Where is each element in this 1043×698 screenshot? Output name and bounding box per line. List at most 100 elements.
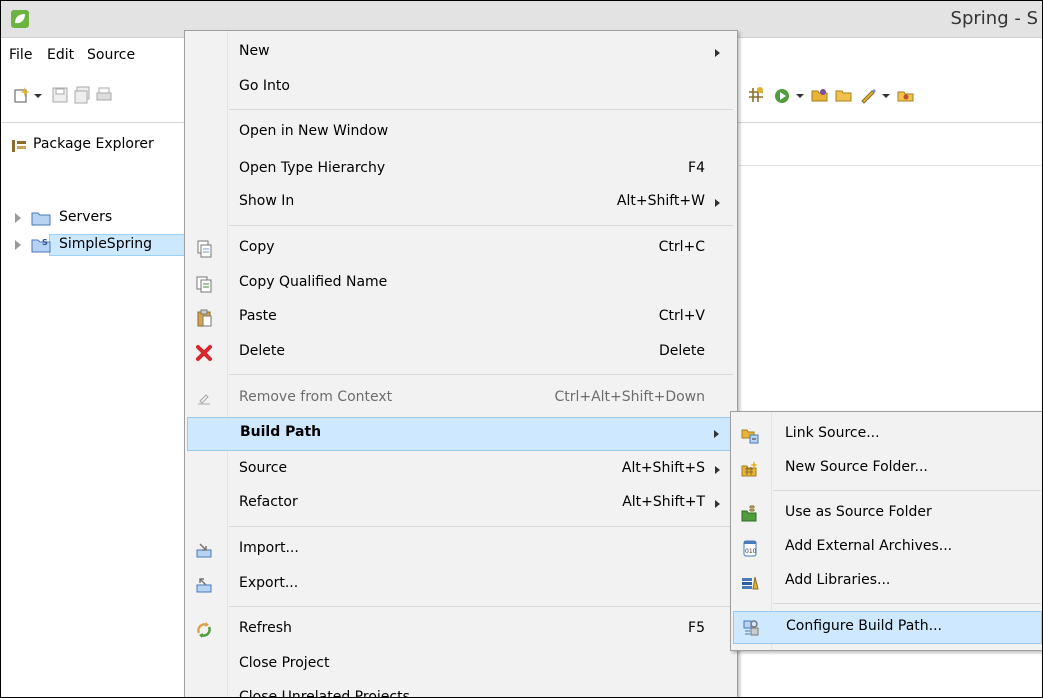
export-icon — [196, 578, 212, 593]
menu-item-close-project[interactable]: Close Project — [187, 649, 735, 682]
submenu-item-label: New Source Folder... — [785, 459, 928, 475]
menu-item-shortcut: Alt+Shift+T — [622, 494, 705, 510]
menu-item-label: Export... — [239, 575, 299, 591]
pen-dropdown-icon[interactable] — [881, 86, 891, 104]
menu-item-open-type-hierarchy[interactable]: Open Type Hierarchy F4 — [187, 154, 735, 187]
menu-item-label: Close Project — [239, 655, 330, 671]
menu-item-build-path[interactable]: Build Path — [187, 417, 735, 451]
jar-icon: 010 — [743, 540, 757, 557]
open-archive-icon[interactable] — [897, 86, 915, 104]
menu-item-open-new-window[interactable]: Open in New Window — [187, 117, 735, 150]
menu-item-label: Close Unrelated Projects — [239, 689, 410, 698]
menu-item-copy[interactable]: Copy Ctrl+C — [187, 233, 735, 266]
submenu-separator — [773, 490, 1041, 491]
menu-item-label: New — [239, 43, 270, 59]
submenu-separator — [773, 603, 1041, 604]
menu-item-shortcut: Ctrl+V — [658, 308, 705, 324]
menu-item-label: Show In — [239, 193, 295, 209]
menu-item-refresh[interactable]: Refresh F5 — [187, 614, 735, 647]
dropdown-arrow-icon[interactable] — [33, 86, 43, 104]
package-explorer-icon — [12, 140, 26, 152]
package-explorer-header[interactable]: Package Explorer — [1, 123, 186, 173]
open-type-icon[interactable] — [747, 86, 765, 104]
menu-item-import[interactable]: Import... — [187, 534, 735, 567]
submenu-item-link-source[interactable]: Link Source... — [733, 419, 1042, 452]
expand-arrow-icon[interactable] — [15, 240, 21, 250]
spring-project-icon: S — [31, 238, 51, 253]
import-icon — [196, 543, 212, 558]
menu-item-copy-qualified-name[interactable]: Copy Qualified Name — [187, 268, 735, 301]
new-source-folder-icon — [741, 461, 758, 477]
menu-item-source[interactable]: Source Alt+Shift+S — [187, 454, 735, 487]
menu-item-label: Open in New Window — [239, 123, 389, 139]
submenu-arrow-icon — [715, 466, 720, 474]
menu-item-shortcut: Ctrl+C — [658, 239, 705, 255]
menu-item-label: Copy Qualified Name — [239, 274, 388, 290]
menu-item-show-in[interactable]: Show In Alt+Shift+W — [187, 187, 735, 220]
paste-icon — [197, 309, 212, 327]
menu-item-delete[interactable]: Delete Delete — [187, 337, 735, 370]
menu-item-export[interactable]: Export... — [187, 569, 735, 602]
menu-separator — [229, 606, 733, 607]
configure-build-path-icon — [743, 620, 759, 636]
menu-item-label: Open Type Hierarchy — [239, 160, 386, 176]
menu-item-go-into[interactable]: Go Into — [187, 72, 735, 105]
tree-label: SimpleSpring — [59, 236, 152, 252]
menu-item-shortcut: Alt+Shift+S — [621, 460, 705, 476]
svg-text:010: 010 — [745, 548, 757, 555]
expand-arrow-icon[interactable] — [15, 213, 21, 223]
menu-item-label: Source — [239, 460, 288, 476]
menu-item-shortcut: F4 — [688, 160, 705, 176]
spring-leaf-icon — [11, 10, 29, 28]
menu-item-label: Build Path — [240, 424, 322, 440]
remove-context-icon — [198, 394, 210, 405]
save-all-icon[interactable] — [73, 86, 91, 104]
menu-source[interactable]: Source — [87, 47, 135, 63]
run-dropdown-icon[interactable] — [795, 86, 805, 104]
submenu-item-add-external-archives[interactable]: 010 Add External Archives... — [733, 532, 1042, 565]
menu-item-label: Delete — [239, 343, 285, 359]
open-project-icon[interactable] — [835, 86, 853, 104]
tree-item-servers[interactable]: Servers — [1, 207, 186, 231]
menu-separator — [229, 109, 733, 110]
submenu-item-add-libraries[interactable]: Add Libraries... — [733, 566, 1042, 599]
folder-icon — [31, 212, 51, 226]
print-icon[interactable] — [95, 86, 113, 104]
menu-item-close-unrelated-projects[interactable]: Close Unrelated Projects — [187, 683, 735, 698]
save-icon[interactable] — [51, 86, 69, 104]
refresh-icon — [197, 622, 211, 638]
menu-separator — [229, 374, 733, 375]
menu-item-refactor[interactable]: Refactor Alt+Shift+T — [187, 488, 735, 521]
open-folder-icon[interactable] — [811, 86, 829, 104]
submenu-arrow-icon — [715, 500, 720, 508]
eclipse-window: Spring - S File Edit Source Package Expl… — [0, 0, 1043, 698]
libraries-icon — [742, 576, 759, 590]
submenu-item-label: Add External Archives... — [785, 538, 953, 554]
menu-edit[interactable]: Edit — [47, 47, 74, 63]
submenu-arrow-icon — [715, 199, 720, 207]
run-icon[interactable] — [773, 86, 791, 104]
menu-item-paste[interactable]: Paste Ctrl+V — [187, 302, 735, 335]
menu-item-remove-from-context[interactable]: Remove from Context Ctrl+Alt+Shift+Down — [187, 383, 735, 416]
submenu-arrow-icon — [714, 430, 719, 438]
submenu-item-label: Add Libraries... — [785, 572, 891, 588]
menu-item-new[interactable]: New — [187, 37, 735, 70]
tree-item-simplespring[interactable]: S SimpleSpring — [1, 234, 186, 258]
copy-qualified-icon — [196, 276, 212, 293]
submenu-item-label: Use as Source Folder — [785, 504, 932, 520]
menu-item-label: Paste — [239, 308, 277, 324]
pen-icon[interactable] — [859, 86, 877, 104]
copy-icon — [197, 240, 212, 258]
editor-area-divider — [739, 165, 1042, 166]
menu-file[interactable]: File — [9, 47, 32, 63]
svg-text:S: S — [42, 238, 48, 247]
menu-item-label: Refresh — [239, 620, 292, 636]
menu-item-label: Copy — [239, 239, 275, 255]
tree-label: Servers — [59, 209, 113, 225]
submenu-item-new-source-folder[interactable]: New Source Folder... — [733, 453, 1042, 486]
delete-icon — [196, 345, 212, 361]
new-wizard-icon[interactable] — [13, 86, 31, 104]
submenu-item-use-as-source-folder[interactable]: Use as Source Folder — [733, 498, 1042, 531]
use-source-folder-icon — [741, 505, 757, 522]
submenu-item-configure-build-path[interactable]: Configure Build Path... — [733, 611, 1042, 644]
